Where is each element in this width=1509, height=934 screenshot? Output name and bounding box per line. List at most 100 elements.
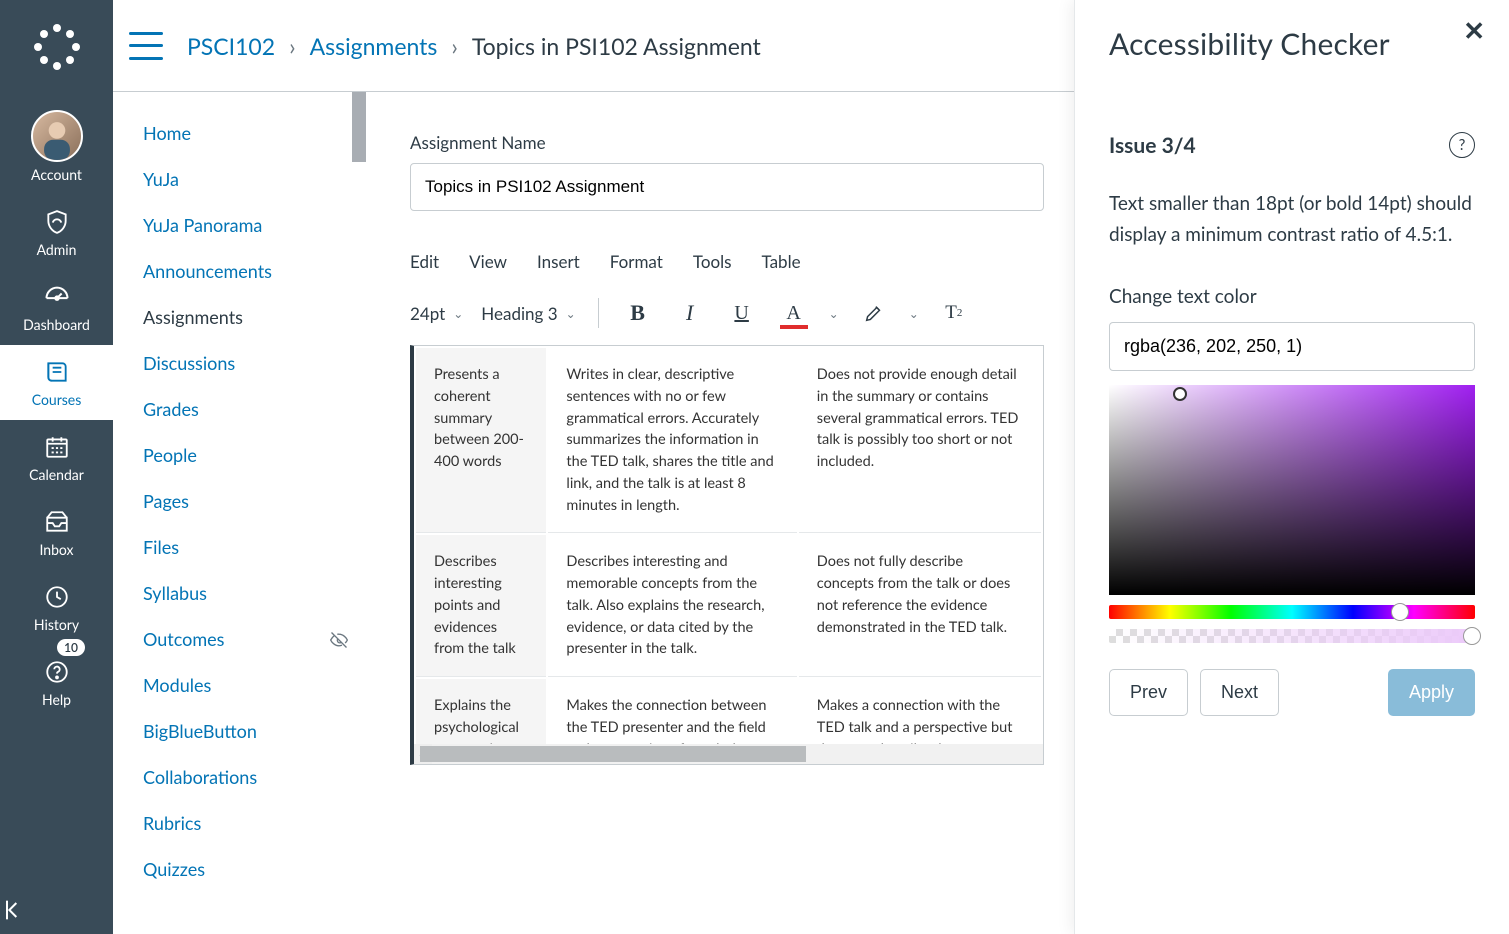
table-cell[interactable]: Presents a coherent summary between 200-… [416, 348, 546, 533]
calendar-icon [42, 432, 72, 462]
chevron-down-icon[interactable]: ⌄ [909, 306, 919, 321]
course-nav-item[interactable]: Modules [143, 662, 353, 708]
nav-dashboard-label: Dashboard [0, 316, 113, 333]
breadcrumb-section[interactable]: Assignments [310, 32, 438, 60]
table-row: Presents a coherent summary between 200-… [416, 348, 1041, 533]
horizontal-scrollbar[interactable]: ◂ [420, 744, 1043, 764]
menu-view[interactable]: View [469, 251, 507, 272]
course-nav-toggle[interactable] [129, 32, 163, 60]
brand-logo[interactable] [26, 16, 88, 78]
course-nav-item[interactable]: BigBlueButton [143, 708, 353, 754]
highlight-button[interactable] [857, 296, 891, 330]
highlighter-icon [863, 302, 885, 324]
course-nav-item[interactable]: Outcomes [143, 616, 353, 662]
nav-inbox[interactable]: Inbox [0, 495, 113, 570]
course-nav-item[interactable]: YuJa [143, 156, 353, 202]
nav-courses[interactable]: Courses [0, 345, 113, 420]
collapse-icon [0, 896, 28, 924]
breadcrumb-course[interactable]: PSCI102 [187, 32, 275, 60]
rce-menubar: Edit View Insert Format Tools Table [410, 251, 1044, 290]
chevron-down-icon[interactable]: ⌄ [829, 306, 839, 321]
menu-insert[interactable]: Insert [537, 251, 580, 272]
underline-button[interactable]: U [725, 296, 759, 330]
course-nav-item[interactable]: Grades [143, 386, 353, 432]
table-cell[interactable]: Describes interesting points and evidenc… [416, 535, 546, 677]
superscript-button[interactable]: T2 [937, 296, 971, 330]
course-nav-item[interactable]: Discussions [143, 340, 353, 386]
course-nav-item[interactable]: Quizzes [143, 846, 353, 892]
menu-table[interactable]: Table [762, 251, 801, 272]
collapse-nav-button[interactable] [0, 896, 113, 924]
font-size-value: 24pt [410, 303, 445, 324]
table-cell[interactable]: Writes in clear, descriptive sentences w… [548, 348, 796, 533]
chevron-down-icon: ⌄ [453, 306, 463, 321]
nav-help[interactable]: 10 Help [0, 645, 113, 720]
nav-inbox-label: Inbox [0, 541, 113, 558]
next-button[interactable]: Next [1200, 669, 1279, 716]
assignment-editor: Assignment Name Edit View Insert Format … [380, 92, 1074, 934]
table-cell[interactable]: Does not fully describe concepts from th… [799, 535, 1041, 677]
help-badge-count: 10 [57, 639, 85, 656]
course-nav-item[interactable]: Announcements [143, 248, 353, 294]
course-nav-item[interactable]: Rubrics [143, 800, 353, 846]
menu-tools[interactable]: Tools [693, 251, 732, 272]
nav-dashboard[interactable]: Dashboard [0, 270, 113, 345]
close-button[interactable]: ✕ [1463, 14, 1485, 47]
book-icon [42, 357, 72, 387]
nav-account[interactable]: Account [0, 98, 113, 195]
nav-admin[interactable]: Admin [0, 195, 113, 270]
global-nav: Account Admin Dashboard Courses Calendar… [0, 0, 113, 934]
course-nav-item[interactable]: Pages [143, 478, 353, 524]
scrollbar-thumb[interactable] [352, 92, 366, 162]
dashboard-icon [42, 282, 72, 312]
scrollbar-thumb[interactable] [420, 746, 806, 762]
issue-counter: Issue 3/4 [1109, 133, 1196, 158]
nav-admin-label: Admin [0, 241, 113, 258]
accessibility-checker-panel: ✕ Accessibility Checker Issue 3/4 ? Text… [1074, 0, 1509, 934]
hue-thumb[interactable] [1391, 603, 1409, 621]
rce-content-area[interactable]: Presents a coherent summary between 200-… [410, 345, 1044, 765]
course-nav-item[interactable]: Collaborations [143, 754, 353, 800]
nav-account-label: Account [0, 166, 113, 183]
hue-slider[interactable] [1109, 605, 1475, 619]
alpha-slider[interactable] [1109, 629, 1475, 643]
nav-calendar-label: Calendar [0, 466, 113, 483]
menu-format[interactable]: Format [610, 251, 663, 272]
font-size-dropdown[interactable]: 24pt ⌄ [410, 303, 463, 324]
help-icon [42, 657, 72, 687]
question-icon: ? [1459, 136, 1466, 154]
table-cell[interactable]: Does not provide enough detail in the su… [799, 348, 1041, 533]
paragraph-dropdown[interactable]: Heading 3 ⌄ [481, 303, 575, 324]
menu-edit[interactable]: Edit [410, 251, 439, 272]
nav-history[interactable]: History [0, 570, 113, 645]
toolbar-separator [598, 298, 599, 328]
prev-button[interactable]: Prev [1109, 669, 1188, 716]
alpha-thumb[interactable] [1463, 627, 1481, 645]
course-nav-item[interactable]: Files [143, 524, 353, 570]
italic-button[interactable]: I [673, 296, 707, 330]
change-color-label: Change text color [1109, 285, 1475, 308]
course-nav-item[interactable]: YuJa Panorama [143, 202, 353, 248]
color-value-input[interactable] [1109, 322, 1475, 371]
nav-calendar[interactable]: Calendar [0, 420, 113, 495]
a11y-title: Accessibility Checker [1109, 26, 1475, 62]
table-cell[interactable]: Describes interesting and memorable conc… [548, 535, 796, 677]
inbox-icon [42, 507, 72, 537]
course-nav-item[interactable]: Assignments [143, 294, 353, 340]
bold-button[interactable]: B [621, 296, 655, 330]
nav-help-label: Help [0, 691, 113, 708]
breadcrumb-sep-icon: › [451, 32, 457, 60]
saturation-picker[interactable] [1109, 385, 1475, 595]
breadcrumb-sep-icon: › [289, 32, 295, 60]
hidden-eye-icon [329, 630, 349, 650]
issue-help-button[interactable]: ? [1449, 132, 1475, 158]
course-nav-item[interactable]: Home [143, 110, 353, 156]
text-color-button[interactable]: A [777, 296, 811, 330]
clock-icon [42, 582, 72, 612]
assignment-name-input[interactable] [410, 163, 1044, 211]
course-nav-item[interactable]: People [143, 432, 353, 478]
avatar [31, 110, 83, 162]
saturation-cursor[interactable] [1173, 387, 1187, 401]
apply-button[interactable]: Apply [1388, 669, 1475, 716]
course-nav-item[interactable]: Syllabus [143, 570, 353, 616]
